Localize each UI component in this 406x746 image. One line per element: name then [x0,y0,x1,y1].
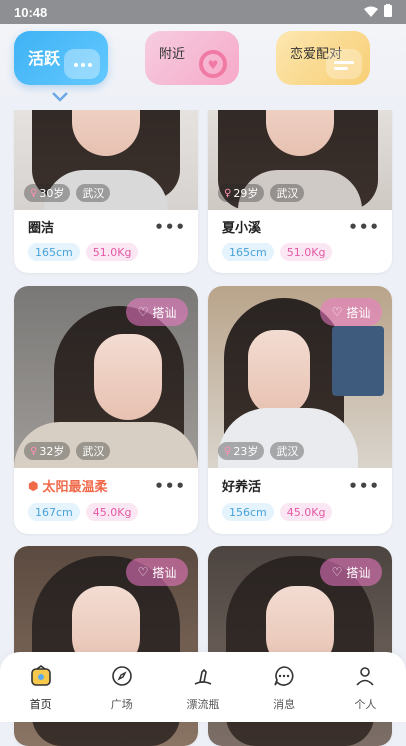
chat-bubble-icon [64,49,100,79]
heart-icon: ♡ [137,565,149,579]
age-badge: ♀ 23岁 [218,442,265,460]
nav-home[interactable]: 首页 [11,664,71,712]
compass-icon [110,664,134,692]
height-tag: 165cm [28,243,80,261]
female-icon: ♀ [30,187,38,199]
city-badge: 武汉 [270,442,305,460]
battery-icon [384,4,392,20]
nav-bottle[interactable]: 漂流瓶 [173,664,233,712]
bottle-icon [191,664,215,692]
age-badge: ♀ 32岁 [24,442,71,460]
nav-profile[interactable]: 个人 [335,664,395,712]
more-icon[interactable]: ••• [154,218,186,236]
weight-tag: 51.0Kg [279,243,333,261]
user-name: 夏小溪 [222,221,262,236]
height-tag: 156cm [222,503,274,521]
nav-messages[interactable]: 消息 [254,664,314,712]
more-icon[interactable]: ••• [348,218,380,236]
user-card[interactable]: ♡ 搭讪 ♀ 32岁 武汉 ⬢ 太阳最温柔 ••• 167cm 45.0Kg [14,286,198,534]
weight-tag: 51.0Kg [85,243,139,261]
home-icon [29,664,53,692]
message-icon [272,664,296,692]
user-photo: ♡ 搭讪 ♀ 32岁 武汉 [14,286,198,468]
nav-square[interactable]: 广场 [92,664,152,712]
user-name: 好养活 [222,480,262,495]
height-tag: 165cm [222,243,274,261]
status-time: 10:48 [14,4,48,20]
female-icon: ♀ [224,445,232,457]
chat-button[interactable]: ♡ 搭讪 [126,558,188,586]
tab-nearby[interactable]: 附近 ♥ [145,31,239,85]
city-badge: 武汉 [270,184,305,202]
age-badge: ♀ 29岁 [218,184,265,202]
svg-text:♥: ♥ [208,58,219,72]
female-icon: ♀ [30,445,38,457]
chevron-down-icon [52,90,68,106]
user-card[interactable]: ♀ 29岁 武汉 夏小溪 ••• 165cm 51.0Kg [208,90,392,273]
heart-icon: ♡ [331,305,343,319]
chat-button[interactable]: ♡ 搭讪 [320,298,382,326]
category-bar: 活跃 附近 ♥ 恋爱配对 [0,24,406,110]
city-badge: 武汉 [76,442,111,460]
vip-shield-icon: ⬢ [28,478,39,493]
more-icon[interactable]: ••• [348,477,380,495]
more-icon[interactable]: ••• [154,477,186,495]
tab-active[interactable]: 活跃 [14,31,108,85]
weight-tag: 45.0Kg [279,503,333,521]
chat-button[interactable]: ♡ 搭讪 [126,298,188,326]
user-card[interactable]: ♡ 搭讪 ♀ 23岁 武汉 好养活 ••• 156cm 45.0Kg [208,286,392,534]
user-photo: ♡ 搭讪 ♀ 23岁 武汉 [208,286,392,468]
match-card-icon [326,49,362,79]
tab-match[interactable]: 恋爱配对 [276,31,370,85]
person-icon [353,664,377,692]
height-tag: 167cm [28,503,80,521]
female-icon: ♀ [224,187,232,199]
heart-icon: ♡ [331,565,343,579]
chat-button[interactable]: ♡ 搭讪 [320,558,382,586]
location-heart-icon: ♥ [195,49,231,79]
status-bar: 10:48 [0,0,406,24]
user-name: ⬢ 太阳最温柔 [28,478,108,496]
wifi-icon [364,5,378,20]
age-badge: ♀ 30岁 [24,184,71,202]
user-card[interactable]: ♀ 30岁 武汉 圈洁 ••• 165cm 51.0Kg [14,90,198,273]
city-badge: 武汉 [76,184,111,202]
weight-tag: 45.0Kg [85,503,139,521]
bottom-nav: 首页 广场 漂流瓶 消息 个人 [0,652,406,722]
heart-icon: ♡ [137,305,149,319]
user-name: 圈洁 [28,221,55,236]
